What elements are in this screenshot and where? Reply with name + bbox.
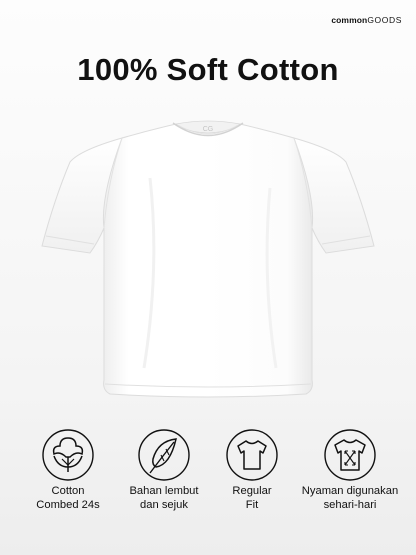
brand-name-part2: GOODS xyxy=(367,15,402,25)
feature-fit-label-line2: Fit xyxy=(245,499,259,511)
features-row: Cotton Combed 24s Bahan lembut dan sejuk… xyxy=(0,427,416,547)
brand-logo: commonGOODS xyxy=(331,15,402,25)
feature-cotton-label-line2: Combed 24s xyxy=(36,499,100,511)
stretch-tshirt-icon xyxy=(324,429,376,481)
feather-icon xyxy=(138,429,190,481)
tshirt-image: CG xyxy=(41,120,375,398)
cotton-flower-icon xyxy=(42,429,94,481)
feature-cotton: Cotton Combed 24s xyxy=(16,427,120,512)
feature-comfort-label-line1: Nyaman digunakan xyxy=(301,485,399,497)
brand-name-part1: common xyxy=(331,15,368,25)
tshirt-outline-icon xyxy=(226,429,278,481)
headline: 100% Soft Cotton xyxy=(77,52,339,87)
feature-fit-label-line1: Regular xyxy=(232,485,272,497)
feature-comfort-label-line2: sehari-hari xyxy=(323,499,377,511)
feature-comfort: Nyaman digunakan sehari-hari xyxy=(294,427,406,512)
feature-cotton-label-line1: Cotton xyxy=(51,485,85,497)
collar-logo: CG xyxy=(203,126,214,133)
feature-fit: Regular Fit xyxy=(200,427,304,512)
